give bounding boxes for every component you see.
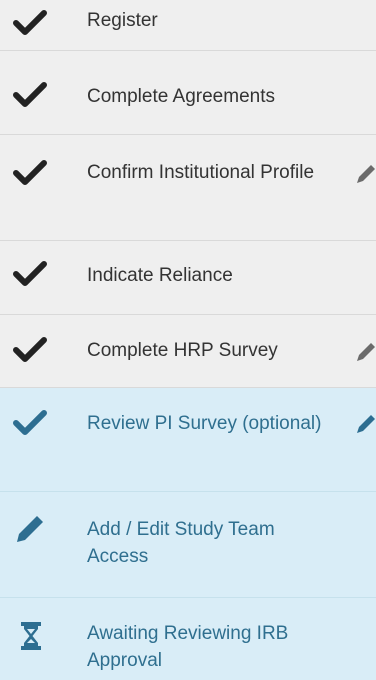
check-icon xyxy=(13,336,47,364)
check-icon xyxy=(13,159,47,187)
check-icon xyxy=(13,9,47,37)
step-label: Review PI Survey (optional) xyxy=(87,413,322,434)
step-label: Add / Edit Study Team Access xyxy=(87,519,275,567)
step-awaiting-reviewing-irb-approval[interactable]: Awaiting Reviewing IRB Approval xyxy=(0,598,376,680)
step-label: Indicate Reliance xyxy=(87,265,233,286)
step-indicate-reliance[interactable]: Indicate Reliance xyxy=(0,241,376,315)
step-confirm-institutional-profile[interactable]: Confirm Institutional Profile xyxy=(0,135,376,241)
step-complete-hrp-survey[interactable]: Complete HRP Survey xyxy=(0,315,376,388)
pencil-icon xyxy=(15,514,45,544)
pencil-icon[interactable] xyxy=(354,412,376,434)
check-icon xyxy=(13,409,47,437)
check-icon xyxy=(13,81,47,109)
step-label: Register xyxy=(87,10,158,31)
pencil-icon[interactable] xyxy=(354,340,376,362)
step-complete-agreements[interactable]: Complete Agreements xyxy=(0,51,376,135)
step-register[interactable]: Register xyxy=(0,0,376,51)
step-label: Complete Agreements xyxy=(87,86,275,107)
step-add-edit-study-team-access[interactable]: Add / Edit Study Team Access xyxy=(0,492,376,598)
step-label: Confirm Institutional Profile xyxy=(87,162,315,183)
workflow-steps: Register Complete Agreements Confirm Ins… xyxy=(0,0,376,680)
step-label: Awaiting Reviewing IRB Approval xyxy=(87,623,289,671)
check-icon xyxy=(13,260,47,288)
pencil-icon[interactable] xyxy=(354,162,376,184)
step-review-pi-survey[interactable]: Review PI Survey (optional) xyxy=(0,388,376,492)
step-label: Complete HRP Survey xyxy=(87,340,278,361)
hourglass-icon xyxy=(20,621,42,651)
